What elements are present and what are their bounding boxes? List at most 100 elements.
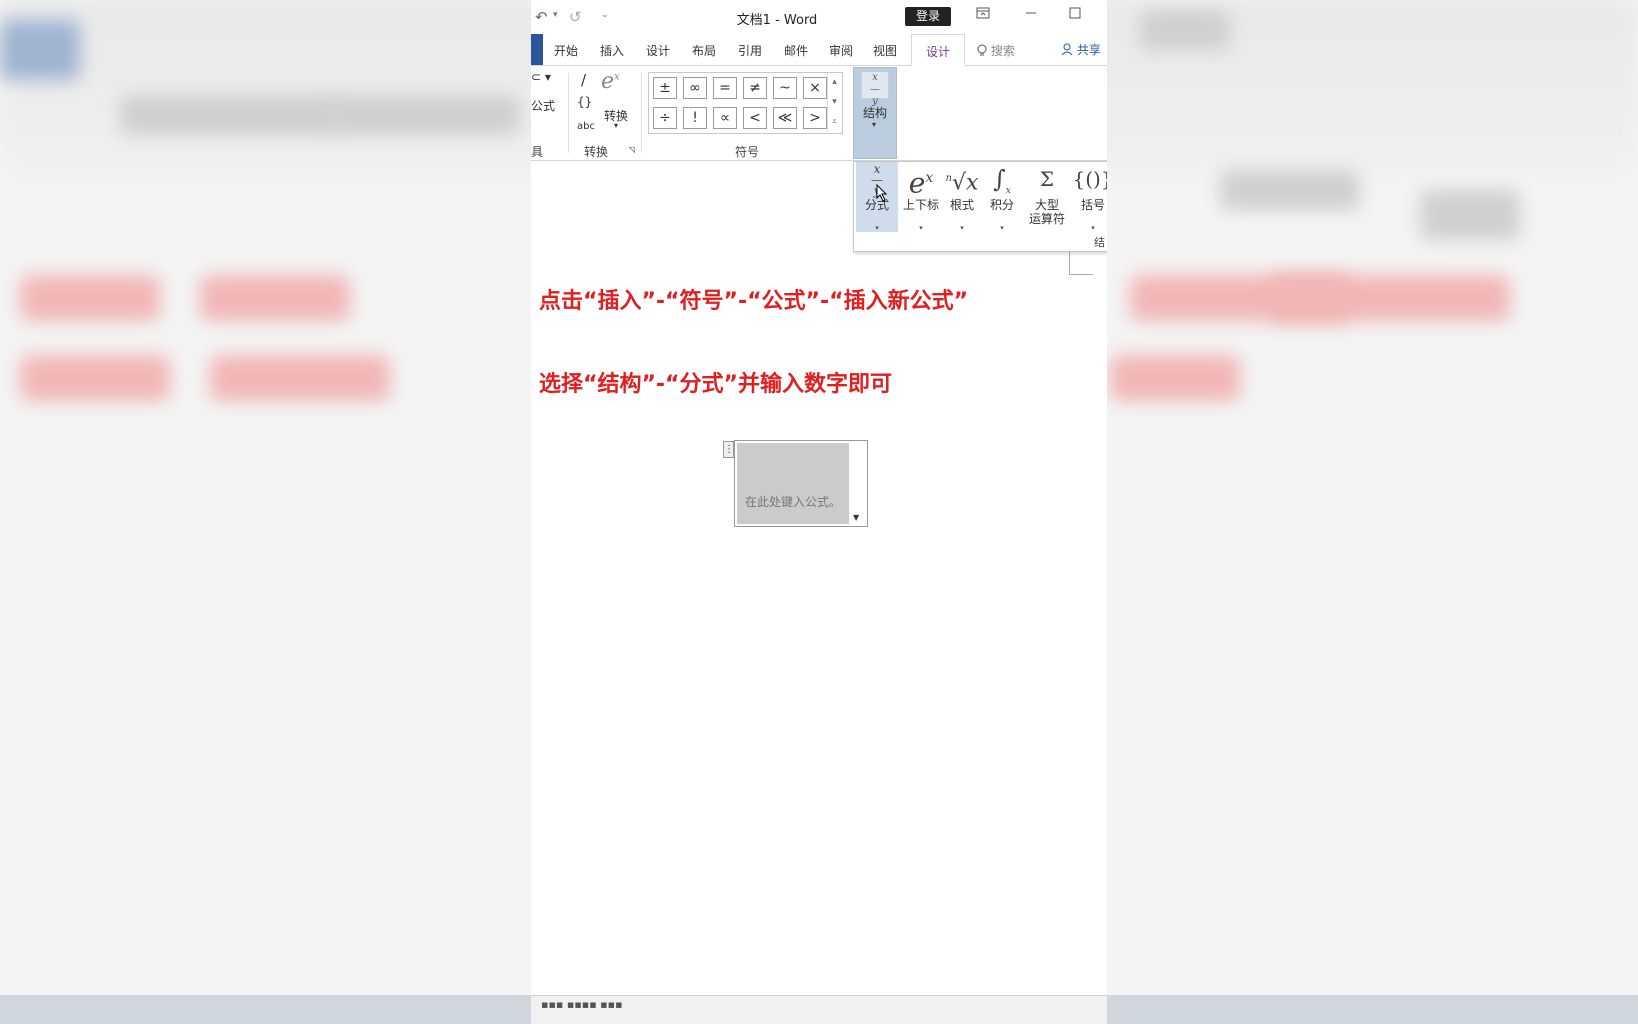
group-divider — [568, 73, 569, 153]
symbol-plus-minus[interactable]: ± — [653, 77, 677, 99]
structure-dropdown-icon: ▾ — [872, 120, 877, 129]
formula-dropdown-icon[interactable]: ⊂ ▾ — [531, 70, 551, 84]
undo-icon[interactable]: ↶ — [535, 8, 548, 26]
structure-group-label: 结 — [1094, 236, 1105, 249]
equation-field[interactable]: 在此处键入公式。 — [737, 443, 849, 524]
dialog-launcher-icon[interactable]: ◹ — [629, 145, 635, 154]
structure-item-integral[interactable]: ∫x 积分 ▾ — [982, 162, 1022, 232]
word-window: ↶ ▾ ↺ ⌄ 文档1 - Word 登录 开始 插入 设计 布局 引用 邮件 … — [531, 0, 1107, 1024]
tab-design[interactable]: 设计 — [646, 42, 670, 59]
structure-item-label: 上下标 — [902, 198, 939, 212]
group-divider — [641, 73, 642, 153]
equation-handle-icon[interactable]: ⋮ — [723, 441, 734, 458]
dropdown-caret-icon: ▾ — [1000, 224, 1004, 232]
structure-item-script[interactable]: ex 上下标 ▾ — [900, 162, 942, 232]
blurred-red-text — [1270, 275, 1510, 321]
instruction-line-2: 选择“结构”-“分式”并输入数字即可 — [539, 372, 892, 397]
dropdown-caret-icon: ▾ — [875, 224, 879, 232]
structure-item-label: 根式 — [949, 198, 974, 212]
minimize-icon[interactable] — [1025, 7, 1037, 23]
ribbon-display-icon[interactable] — [976, 7, 990, 23]
tell-me-search[interactable]: 搜索 — [977, 42, 1015, 59]
person-icon — [1061, 43, 1073, 56]
equation-placeholder: 在此处键入公式。 — [744, 495, 841, 509]
dropdown-caret-icon: ▾ — [919, 224, 923, 232]
login-button[interactable]: 登录 — [905, 7, 951, 26]
page-corner-mark — [1069, 251, 1093, 275]
symbol-equals[interactable]: = — [713, 77, 737, 99]
symbol-divide[interactable]: ÷ — [653, 107, 677, 129]
structure-item-label: 括号 — [1080, 198, 1105, 212]
fraction-icon: x—y — [861, 71, 889, 107]
blurred-block — [330, 95, 520, 135]
braces-format-icon[interactable]: {} — [577, 95, 592, 109]
tab-view[interactable]: 视图 — [873, 42, 897, 59]
tab-home[interactable]: 开始 — [554, 42, 578, 59]
symbol-factorial[interactable]: ! — [683, 107, 707, 129]
symbol-tilde[interactable]: ~ — [773, 77, 797, 99]
radical-icon: n√x — [945, 170, 979, 196]
ribbon-tab-bar: 开始 插入 设计 布局 引用 邮件 审阅 视图 设计 搜索 共享 — [531, 34, 1107, 66]
tab-mailings[interactable]: 邮件 — [784, 42, 808, 59]
linear-format-icon[interactable]: / — [581, 71, 586, 89]
large-operator-icon: Σ — [1039, 167, 1055, 191]
redo-icon[interactable]: ↺ — [569, 8, 582, 26]
share-label: 共享 — [1076, 43, 1101, 57]
abc-text-label[interactable]: abc — [577, 121, 595, 132]
symbol-greater-than[interactable]: > — [803, 107, 827, 129]
symbols-gallery: ± ∞ = ≠ ~ × ÷ ! ∝ < ≪ > ▴ ▾ ⩡ — [648, 72, 843, 134]
structure-item-label: 大型 运算符 — [1028, 198, 1065, 226]
structure-item-fraction[interactable]: x—y 分式 ▾ — [856, 162, 898, 232]
tab-layout[interactable]: 布局 — [692, 42, 716, 59]
tab-insert[interactable]: 插入 — [600, 42, 624, 59]
symbol-infinity[interactable]: ∞ — [683, 77, 707, 99]
dropdown-caret-icon: ▾ — [1091, 224, 1095, 232]
share-button[interactable]: 共享 — [1061, 41, 1101, 58]
equation-box[interactable]: ⋮ 在此处键入公式。 ▼ — [723, 440, 868, 527]
blurred-block — [1220, 170, 1360, 210]
formula-button-label[interactable]: 公式 — [531, 97, 555, 114]
structure-item-bracket[interactable]: {()} 括号 ▾ — [1072, 162, 1107, 232]
symbol-times[interactable]: × — [803, 77, 827, 99]
symbol-not-equal[interactable]: ≠ — [743, 77, 767, 99]
blurred-block — [120, 95, 340, 135]
blurred-block — [0, 20, 80, 80]
symbol-proportional[interactable]: ∝ — [713, 107, 737, 129]
gallery-scroll-down-icon[interactable]: ▾ — [827, 93, 841, 112]
tools-group-label: 具 — [531, 145, 544, 159]
symbol-less-than[interactable]: < — [743, 107, 767, 129]
tab-references[interactable]: 引用 — [738, 42, 762, 59]
ribbon-panel: ⊂ ▾ 公式 具 / {} abc ex 转换 ▾ 转换 ◹ ± ∞ = ≠ ~… — [531, 67, 1107, 161]
gallery-scroll-up-icon[interactable]: ▴ — [827, 73, 841, 92]
search-label: 搜索 — [990, 44, 1015, 58]
blurred-red-text — [200, 275, 350, 321]
maximize-icon[interactable] — [1069, 7, 1081, 23]
instruction-line-1: 点击“插入”-“符号”-“公式”-“插入新公式” — [539, 289, 969, 314]
blurred-block — [1140, 10, 1230, 50]
equation-options-icon[interactable]: ▼ — [853, 513, 859, 522]
convert-dropdown-icon[interactable]: ▾ — [614, 121, 618, 130]
status-bar: ▪▪▪ ▪▪▪▪ ▪▪▪ — [531, 995, 1107, 1024]
window-title: 文档1 - Word — [736, 13, 818, 28]
blurred-red-text — [20, 275, 160, 321]
tab-review[interactable]: 审阅 — [829, 42, 853, 59]
tab-equation-design[interactable]: 设计 — [911, 34, 966, 66]
customize-toolbar-icon[interactable]: ⌄ — [601, 10, 609, 20]
structure-item-label: 积分 — [989, 198, 1014, 212]
symbol-much-less-than[interactable]: ≪ — [773, 107, 797, 129]
structure-button-label: 结构 — [863, 106, 888, 120]
structure-button[interactable]: x — y 结构 ▾ — [853, 67, 897, 159]
status-info-blurred: ▪▪▪ ▪▪▪▪ ▪▪▪ — [541, 998, 623, 1011]
structure-item-large-operator[interactable]: Σ 大型 运算符 — [1022, 162, 1072, 232]
convert-group-label: 转换 — [584, 145, 609, 159]
mouse-cursor-icon — [876, 184, 888, 202]
file-tab[interactable] — [531, 34, 543, 65]
blurred-red-text — [20, 355, 170, 401]
lightbulb-icon — [977, 44, 987, 56]
structure-item-radical[interactable]: n√x 根式 ▾ — [942, 162, 982, 232]
undo-dropdown-icon[interactable]: ▾ — [553, 10, 558, 20]
blurred-block — [1420, 190, 1520, 240]
document-canvas[interactable]: 点击“插入”-“符号”-“公式”-“插入新公式” 选择“结构”-“分式”并输入数… — [531, 161, 1107, 995]
convert-icon[interactable]: ex — [601, 69, 620, 94]
gallery-more-icon[interactable]: ⩡ — [827, 113, 841, 132]
